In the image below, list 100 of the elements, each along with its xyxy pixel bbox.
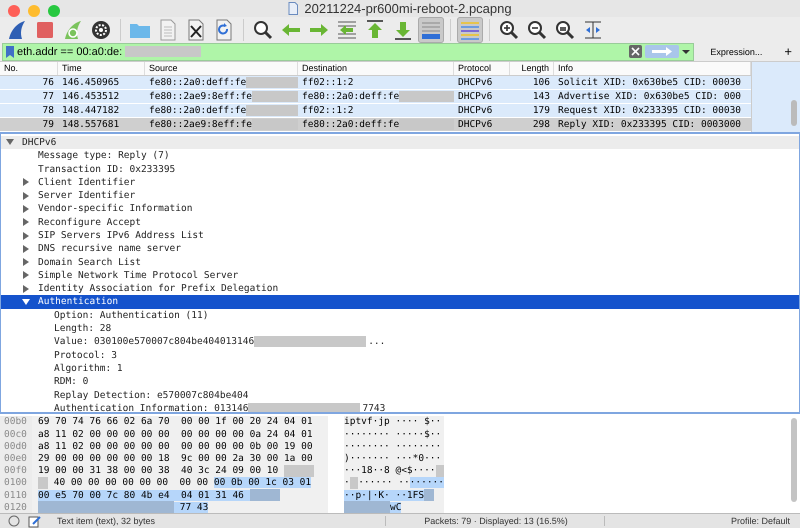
byte-offset: 0100 (0, 476, 32, 489)
profile-label[interactable]: Profile: Default (604, 516, 800, 526)
table-cell-text: 146.450965 (61, 76, 120, 88)
column-header[interactable]: Length (510, 62, 554, 75)
tree-item[interactable]: Simple Network Time Protocol Server (1, 268, 799, 282)
table-cell: fe80::2ae9:8eff:fe (149, 118, 252, 130)
table-cell-text: Request XID: 0x233395 CID: 00030 (557, 104, 742, 116)
packet-row[interactable]: 76 146.450965 fe80::2a0:deff:fe ff02::1:2 DHCPv6 106 Solicit XID: 0x630be5 CID: 00030 (0, 76, 751, 90)
window-title: 20211224-pr600mi-reboot-2.pcapng (304, 0, 512, 16)
expander-icon[interactable] (22, 232, 30, 240)
column-header[interactable]: Destination (298, 62, 454, 75)
column-header[interactable]: Source (145, 62, 298, 75)
hex-bytes[interactable]: 00 e5 70 00 7c 80 4b e4 04 01 31 46 (38, 490, 250, 500)
tree-item[interactable]: Server Identifier (1, 188, 799, 202)
expression-button[interactable]: Expression... (698, 46, 774, 57)
table-cell-text: DHCPv6 (457, 90, 494, 102)
tree-item[interactable]: Reconfigure Accept (1, 216, 799, 229)
byte-offset: 0120 (0, 501, 32, 514)
byte-offset: 0110 (0, 488, 32, 502)
table-cell-text: DHCPv6 (457, 76, 494, 88)
tree-item[interactable]: Replay Detection: e570007c804be404 (1, 388, 799, 402)
tree-item[interactable]: DHCPv6 (1, 136, 799, 150)
hex-bytes[interactable]: 00 0b 00 1c 03 01 (214, 477, 312, 488)
byte-offset: 00f0 (0, 464, 32, 477)
table-cell-text: Advertise XID: 0x630be5 CID: 000 (557, 90, 742, 102)
tree-item[interactable]: Protocol: 3 (1, 348, 799, 362)
expander-icon[interactable] (22, 178, 30, 186)
expander-icon[interactable] (22, 192, 30, 200)
ascii-bytes[interactable]: ······ (410, 477, 444, 488)
tree-item[interactable]: Authentication (1, 295, 799, 309)
packet-row[interactable]: 79 148.557681 fe80::2ae9:8eff:fe fe80::2a0:deff:fe DHCPv6 298 Reply XID: 0x233395 CID: 0003000 (0, 118, 751, 132)
expander-icon[interactable] (6, 138, 14, 146)
column-header[interactable]: Protocol (454, 62, 510, 75)
table-cell-text: 78 (42, 104, 55, 116)
tree-item[interactable]: Length: 28 (1, 322, 799, 336)
clear-icon[interactable] (629, 45, 642, 58)
edit-comment-icon[interactable] (28, 514, 41, 528)
expander-icon[interactable] (22, 258, 30, 266)
table-cell-text: Solicit XID: 0x630be5 CID: 00030 (557, 76, 742, 88)
expander-icon[interactable] (22, 218, 30, 226)
table-cell: ff02::1:2 (302, 76, 354, 88)
expander-icon[interactable] (22, 284, 30, 293)
table-cell-text: 148.447182 (61, 104, 120, 116)
byte-offset: 00c0 (0, 428, 32, 440)
expander-icon[interactable] (22, 298, 30, 306)
document-icon (288, 2, 298, 15)
value-suffix: 7743 (362, 402, 386, 414)
packet-row[interactable]: 78 148.447182 fe80::2a0:deff:fe ff02::1:2 DHCPv6 179 Request XID: 0x233395 CID: 00030 (0, 104, 751, 118)
tree-item[interactable]: Client Identifier (1, 176, 799, 189)
ascii-bytes[interactable]: ······ ·· (358, 477, 410, 488)
expander-icon[interactable] (22, 244, 30, 253)
byte-offset: 00d0 (0, 440, 32, 452)
filter-text: eth.addr == 00:a0:de: (17, 46, 122, 58)
hex-bytes[interactable]: 77 43 (174, 502, 208, 513)
table-cell-text: 146.453512 (61, 90, 120, 102)
table-cell-text: 77 (42, 90, 55, 102)
byte-offset: 00b0 (0, 416, 32, 428)
table-cell: fe80::2ae9:8eff:fe (149, 90, 252, 102)
ascii-bytes[interactable]: · (344, 477, 350, 488)
packet-count: Packets: 79 · Displayed: 13 (16.5%) (385, 516, 596, 526)
byte-offset: 00e0 (0, 452, 32, 465)
table-cell: fe80::2a0:deff:fe (302, 90, 400, 102)
tree-item[interactable]: Domain Search List (1, 255, 799, 269)
table-cell-text: 143 (532, 90, 551, 102)
value-suffix: ... (368, 336, 386, 348)
tree-item[interactable]: Message type: Reply (7) (1, 149, 799, 162)
column-header[interactable]: Time (58, 62, 145, 75)
tree-item[interactable]: SIP Servers IPv6 Address List (1, 228, 799, 242)
table-cell: fe80::2a0:deff:fe (302, 118, 400, 130)
table-cell-text: DHCPv6 (457, 104, 494, 116)
tree-item[interactable]: Vendor-specific Information (1, 202, 799, 216)
table-cell-text: 148.557681 (61, 118, 120, 130)
autoscroll-tool-button[interactable] (418, 16, 444, 43)
hex-bytes[interactable]: 40 00 00 00 00 00 00 00 00 (48, 477, 214, 488)
ascii-bytes[interactable]: wC (390, 502, 402, 513)
expander-icon[interactable] (22, 271, 30, 280)
table-cell-text: Reply XID: 0x233395 CID: 0003000 (557, 118, 742, 130)
table-cell: ff02::1:2 (302, 104, 354, 116)
ascii-bytes[interactable]: ··p·|·K· ··1FS (344, 490, 424, 500)
tree-item[interactable]: Transaction ID: 0x233395 (1, 162, 799, 176)
add-filter-button[interactable]: + (778, 44, 798, 60)
table-cell-text: 106 (532, 76, 551, 88)
display-filter-field[interactable]: eth.addr == 00:a0:de: (2, 42, 694, 61)
scroll-bar[interactable] (751, 62, 800, 132)
tree-item[interactable]: RDM: 0 (1, 375, 799, 388)
table-cell: fe80::2a0:deff:fe (149, 104, 246, 116)
tree-item[interactable]: Identity Association for Prefix Delegation (1, 282, 799, 296)
table-cell-text: 298 (532, 118, 551, 130)
packet-row[interactable]: 77 146.453512 fe80::2ae9:8eff:fe fe80::2a0:deff:fe DHCPv6 143 Advertise XID: 0x630be5 CID: 000 (0, 90, 751, 104)
column-header[interactable]: No. (0, 62, 58, 75)
tree-item[interactable]: Value: 030100e570007c804be404013146 ... (1, 335, 799, 349)
status-circle-icon[interactable] (8, 515, 20, 528)
tree-item[interactable]: Algorithm: 1 (1, 362, 799, 376)
table-cell-text: DHCPv6 (457, 118, 494, 130)
dropdown-caret-icon[interactable] (682, 48, 690, 55)
tree-item[interactable]: Option: Authentication (11) (1, 308, 799, 322)
colorize-tool-button[interactable] (457, 16, 483, 43)
expander-icon[interactable] (22, 204, 30, 213)
table-cell-text: 76 (42, 76, 55, 88)
tree-item[interactable]: DNS recursive name server (1, 242, 799, 256)
